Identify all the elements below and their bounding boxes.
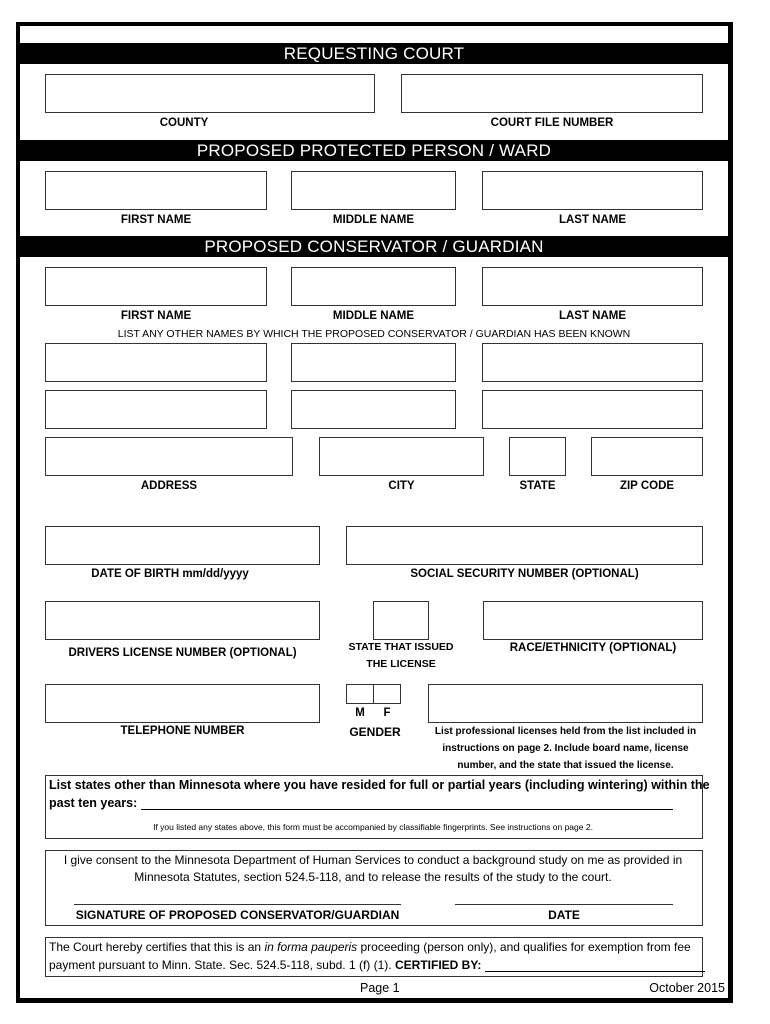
ssn-label: SOCIAL SECURITY NUMBER (OPTIONAL) <box>410 568 639 580</box>
consent-text-line2: Minnesota Statutes, section 524.5-118, a… <box>134 870 612 884</box>
section-header-protected-person: PROPOSED PROTECTED PERSON / WARD <box>20 140 728 161</box>
residency-question-label: past ten years: <box>49 796 138 810</box>
fingerprint-note: If you listed any states above, this for… <box>153 822 593 832</box>
signature-line[interactable] <box>74 904 401 905</box>
date-label: DATE <box>548 908 580 922</box>
city-field[interactable] <box>319 437 484 476</box>
court-file-number-label: COURT FILE NUMBER <box>490 117 614 129</box>
state-label: STATE <box>519 480 556 492</box>
county-field[interactable] <box>45 74 375 113</box>
court-cert-text-post: proceeding (person only), and qualifies … <box>357 940 691 954</box>
professional-licenses-field[interactable] <box>428 684 703 723</box>
zip-code-field[interactable] <box>591 437 703 476</box>
zip-code-label: ZIP CODE <box>619 480 675 492</box>
gender-m-checkbox[interactable] <box>346 684 374 704</box>
court-cert-statute: payment pursuant to Minn. State. Sec. 52… <box>49 958 392 972</box>
address-label: ADDRESS <box>140 480 198 492</box>
other-names-instruction: LIST ANY OTHER NAMES BY WHICH THE PROPOS… <box>117 328 631 340</box>
conservator-last-name-field[interactable] <box>482 267 703 306</box>
section-header-requesting-court: REQUESTING COURT <box>20 43 728 64</box>
court-cert-italic: in forma pauperis <box>264 940 358 954</box>
license-state-label-line1: STATE THAT ISSUED <box>348 641 454 653</box>
other-name-1-middle-field[interactable] <box>291 343 456 382</box>
consent-box: I give consent to the Minnesota Departme… <box>45 850 703 926</box>
other-name-1-last-field[interactable] <box>482 343 703 382</box>
other-name-2-first-field[interactable] <box>45 390 267 429</box>
license-state-label-line2: THE LICENSE <box>366 658 436 670</box>
ssn-field[interactable] <box>346 526 703 565</box>
gender-label: GENDER <box>349 725 401 739</box>
license-state-field[interactable] <box>373 601 429 640</box>
date-of-birth-field[interactable] <box>45 526 320 565</box>
residency-states-input-line[interactable] <box>140 797 673 810</box>
licenses-instruction-line2: instructions on page 2. Include board na… <box>442 743 689 754</box>
conservator-first-name-field[interactable] <box>45 267 267 306</box>
ward-last-name-label: LAST NAME <box>558 214 627 226</box>
residency-question-line2: past ten years: <box>49 796 673 810</box>
drivers-license-field[interactable] <box>45 601 320 640</box>
other-name-1-first-field[interactable] <box>45 343 267 382</box>
date-signature-line[interactable] <box>455 904 673 905</box>
ward-middle-name-field[interactable] <box>291 171 456 210</box>
licenses-instruction-line3: number, and the state that issued the li… <box>457 760 674 771</box>
form-revision-date: October 2015 <box>649 981 725 995</box>
telephone-label: TELEPHONE NUMBER <box>120 725 245 737</box>
race-ethnicity-label: RACE/ETHNICITY (OPTIONAL) <box>509 642 677 654</box>
other-name-2-last-field[interactable] <box>482 390 703 429</box>
conservator-middle-name-label: MIDDLE NAME <box>332 310 415 322</box>
gender-m-label: M <box>355 707 365 719</box>
court-certification-box: The Court hereby certifies that this is … <box>45 937 705 977</box>
section-header-conservator: PROPOSED CONSERVATOR / GUARDIAN <box>20 236 728 257</box>
ward-first-name-label: FIRST NAME <box>120 214 192 226</box>
conservator-middle-name-field[interactable] <box>291 267 456 306</box>
state-field[interactable] <box>509 437 566 476</box>
licenses-instruction-line1: List professional licenses held from the… <box>434 726 697 737</box>
conservator-last-name-label: LAST NAME <box>558 310 627 322</box>
consent-text-line1: I give consent to the Minnesota Departme… <box>63 853 683 867</box>
other-name-2-middle-field[interactable] <box>291 390 456 429</box>
form-page: REQUESTING COURT COUNTY COURT FILE NUMBE… <box>16 22 733 1003</box>
drivers-license-label: DRIVERS LICENSE NUMBER (OPTIONAL) <box>68 647 297 659</box>
date-of-birth-label: DATE OF BIRTH mm/dd/yyyy <box>91 568 249 580</box>
address-field[interactable] <box>45 437 293 476</box>
ward-last-name-field[interactable] <box>482 171 703 210</box>
race-ethnicity-field[interactable] <box>483 601 703 640</box>
court-file-number-field[interactable] <box>401 74 703 113</box>
page-number: Page 1 <box>360 981 400 995</box>
telephone-field[interactable] <box>45 684 320 723</box>
city-label: CITY <box>388 480 415 492</box>
ward-first-name-field[interactable] <box>45 171 267 210</box>
court-cert-line2: payment pursuant to Minn. State. Sec. 52… <box>49 958 705 972</box>
residency-box: List states other than Minnesota where y… <box>45 775 710 839</box>
court-cert-text-pre: The Court hereby certifies that this is … <box>49 940 265 954</box>
county-label: COUNTY <box>159 117 209 129</box>
certified-by-line[interactable] <box>484 959 705 972</box>
ward-middle-name-label: MIDDLE NAME <box>332 214 415 226</box>
gender-f-checkbox[interactable] <box>373 684 401 704</box>
certified-by-label: CERTIFIED BY: <box>394 958 482 972</box>
signature-label: SIGNATURE OF PROPOSED CONSERVATOR/GUARDI… <box>75 908 400 922</box>
gender-f-label: F <box>383 707 391 719</box>
conservator-first-name-label: FIRST NAME <box>120 310 192 322</box>
court-cert-line1: The Court hereby certifies that this is … <box>49 940 691 954</box>
residency-question-line1: List states other than Minnesota where y… <box>49 778 710 792</box>
